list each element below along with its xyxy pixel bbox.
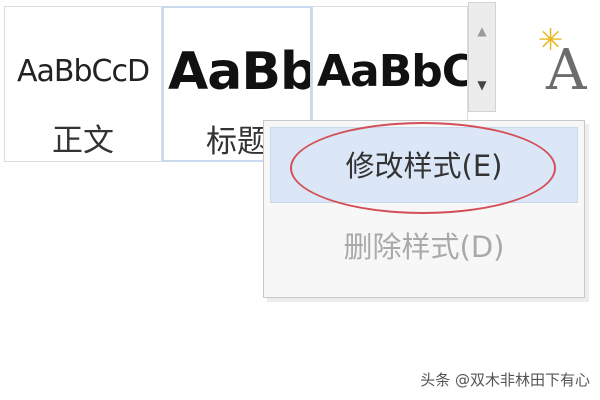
style-name: 正文: [52, 123, 114, 159]
watermark: 头条 @双木非林田下有心: [420, 371, 590, 389]
style-preview-text: AaBb: [168, 42, 310, 102]
style-preview: AaBbCcD: [5, 31, 161, 111]
style-tile-normal[interactable]: AaBbCcD 正文: [4, 6, 162, 162]
modify-style-menu-item[interactable]: 修改样式(E): [270, 127, 578, 203]
style-preview-text: AaBbCcD: [17, 53, 150, 89]
style-preview-text: AaBbC: [317, 45, 467, 97]
scroll-up-icon[interactable]: ▲: [469, 21, 495, 41]
style-context-menu: 修改样式(E) 删除样式(D): [263, 120, 585, 298]
gallery-scrollbar: ▲ ▼: [468, 2, 496, 112]
change-styles-preview: A: [546, 38, 587, 103]
style-preview: AaBb: [164, 32, 310, 112]
style-preview: AaBbC: [313, 31, 467, 111]
scroll-down-icon[interactable]: ▼: [469, 75, 495, 95]
delete-style-menu-item[interactable]: 删除样式(D): [270, 209, 578, 285]
